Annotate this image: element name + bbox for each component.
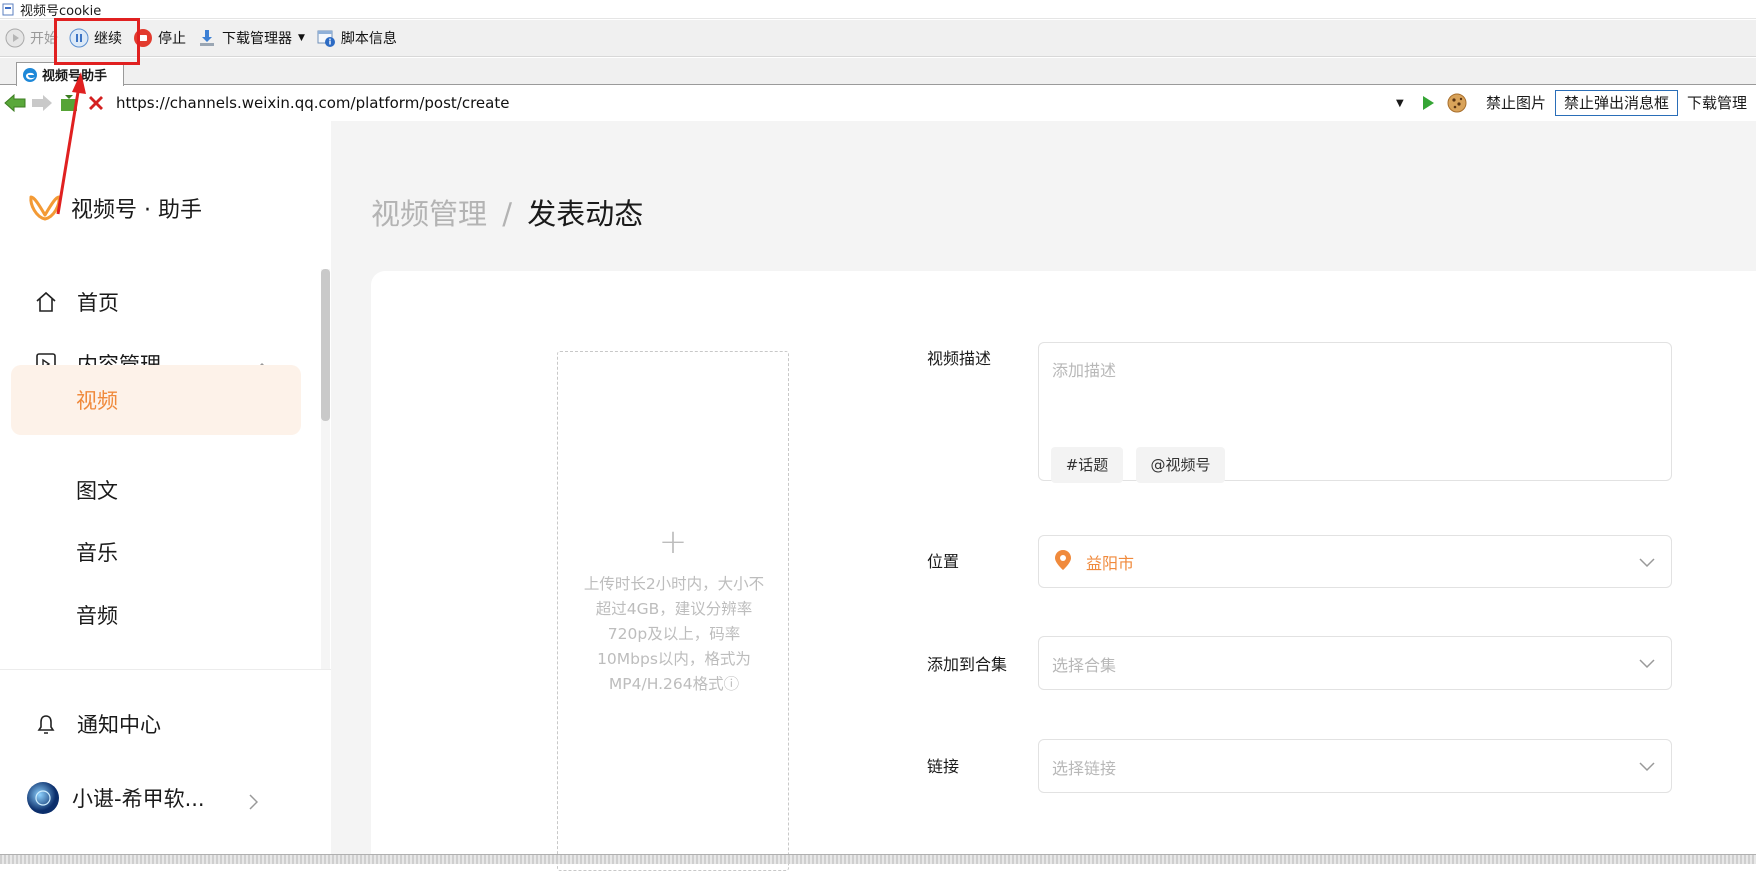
download-manage-button[interactable]: 下载管理 (1678, 90, 1756, 116)
url-field[interactable]: https://channels.weixin.qq.com/platform/… (116, 94, 1366, 112)
continue-button[interactable]: 继续 (64, 23, 128, 53)
script-toolbar: 开始 继续 停止 下载管理器 ▼ 脚本信息 (0, 20, 1756, 57)
breadcrumb-parent[interactable]: 视频管理 (371, 197, 487, 231)
mention-tag-button[interactable]: @视频号 (1136, 447, 1225, 483)
window-title: 视频号cookie (20, 3, 102, 19)
pause-icon (68, 27, 90, 49)
chevron-down-icon (1639, 654, 1655, 673)
stop-icon (132, 27, 154, 49)
location-pin-icon (1054, 549, 1072, 575)
upload-hint: 上传时长2小时内，大小不超过4GB，建议分辨率720p及以上，码率10Mbps以… (583, 575, 765, 693)
download-icon (196, 27, 218, 49)
scrollbar-thumb[interactable] (321, 269, 330, 421)
go-icon[interactable] (1416, 91, 1440, 115)
sidebar-item-music[interactable]: 音乐 (0, 519, 300, 585)
breadcrumb-separator: / (502, 197, 513, 231)
address-bar: https://channels.weixin.qq.com/platform/… (0, 86, 1756, 120)
main-content: 视频管理 / 发表动态 + 上传时长2小时内，大小不超过4GB，建议分辨率720… (331, 121, 1756, 871)
chevron-down-icon (1639, 553, 1655, 572)
bell-icon (33, 711, 59, 737)
block-popups-button[interactable]: 禁止弹出消息框 (1554, 90, 1678, 116)
home-icon (33, 289, 59, 315)
play-icon (4, 27, 26, 49)
stop-button[interactable]: 停止 (128, 23, 192, 53)
breadcrumb: 视频管理 / 发表动态 (371, 191, 643, 233)
stop-loading-icon[interactable] (84, 91, 108, 115)
avatar (26, 781, 60, 815)
location-select[interactable]: 益阳市 (1038, 535, 1672, 588)
sidebar-divider (0, 669, 331, 670)
forward-arrow-icon[interactable] (30, 91, 54, 115)
account-name: 小谌-希甲软... (72, 787, 205, 811)
tab-channels-assistant[interactable]: 视频号助手 (16, 62, 124, 86)
info-window-icon (315, 27, 337, 49)
block-images-button[interactable]: 禁止图片 (1477, 90, 1555, 116)
sidebar-item-audio[interactable]: 音频 (0, 582, 300, 648)
collection-placeholder: 选择合集 (1052, 656, 1117, 675)
description-field[interactable]: 添加描述 #话题 @视频号 (1038, 342, 1672, 483)
topic-tag-button[interactable]: #话题 (1051, 447, 1123, 483)
script-info-button[interactable]: 脚本信息 (311, 23, 403, 53)
collection-select[interactable]: 选择合集 (1038, 636, 1672, 690)
url-dropdown-icon[interactable]: ▼ (1396, 98, 1414, 109)
sidebar-item-notifications[interactable]: 通知中心 (0, 691, 300, 757)
channels-logo-icon (29, 195, 61, 221)
link-placeholder: 选择链接 (1052, 759, 1117, 778)
window-titlebar: 视频号cookie (0, 0, 1756, 19)
sidebar-item-video[interactable]: 视频 (11, 365, 301, 435)
link-select[interactable]: 选择链接 (1038, 739, 1672, 793)
description-placeholder: 添加描述 (1052, 361, 1117, 380)
refresh-icon[interactable] (57, 91, 81, 115)
sidebar-item-home[interactable]: 首页 (0, 269, 300, 335)
link-label: 链接 (927, 757, 960, 776)
sidebar-menu: 首页 内容管理 视频 图文 音乐 音频 (0, 269, 331, 669)
video-upload-area[interactable]: + 上传时长2小时内，大小不超过4GB，建议分辨率720p及以上，码率10Mbp… (557, 351, 789, 871)
location-value: 益阳市 (1086, 554, 1135, 573)
location-label: 位置 (927, 552, 960, 571)
brand-logo[interactable]: 视频号 · 助手 (28, 191, 202, 225)
description-label: 视频描述 (927, 349, 992, 368)
sidebar-account[interactable]: 小谌-希甲软... (0, 765, 300, 831)
app-icon (2, 3, 14, 16)
back-arrow-icon[interactable] (3, 91, 27, 115)
bottom-status-strip (0, 854, 1756, 864)
breadcrumb-current: 发表动态 (527, 197, 644, 231)
logo-text: 视频号 · 助手 (71, 198, 202, 223)
post-form-card: + 上传时长2小时内，大小不超过4GB，建议分辨率720p及以上，码率10Mbp… (371, 271, 1756, 871)
browser-tabstrip: 视频号助手 (0, 58, 1756, 86)
edge-browser-icon (23, 67, 37, 82)
sidebar-scrollbar[interactable] (321, 269, 330, 669)
sidebar-item-image-text[interactable]: 图文 (0, 457, 300, 523)
download-manager-button[interactable]: 下载管理器 ▼ (192, 23, 311, 53)
upload-plus-icon: + (658, 522, 688, 562)
collection-label: 添加到合集 (927, 655, 1008, 674)
dropdown-arrow-icon: ▼ (298, 33, 305, 43)
cookie-icon[interactable] (1445, 91, 1469, 115)
chevron-down-icon (1639, 757, 1655, 776)
start-button[interactable]: 开始 (0, 23, 64, 53)
sidebar: 视频号 · 助手 首页 内容管理 视频 图文 音乐 音频 (0, 121, 331, 854)
chevron-right-icon (248, 791, 259, 815)
